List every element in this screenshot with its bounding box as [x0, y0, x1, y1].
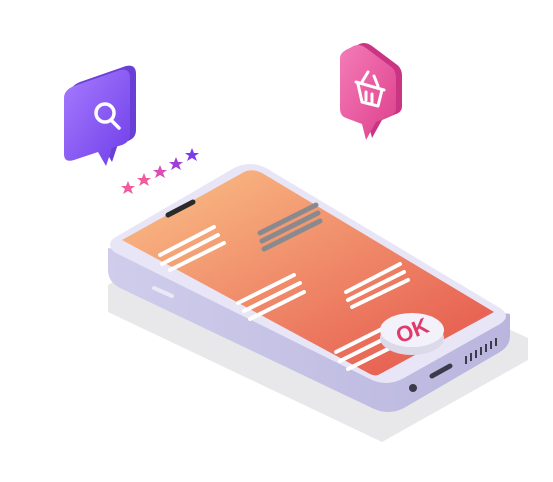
- ok-button[interactable]: OK: [380, 313, 444, 355]
- shop-bubble: [340, 43, 402, 140]
- rating-stars: [121, 148, 199, 194]
- star-icon: [153, 165, 167, 178]
- phone-illustration: OK: [64, 43, 528, 442]
- star-icon: [121, 181, 135, 194]
- phone-body: [108, 164, 510, 412]
- star-icon: [185, 148, 199, 161]
- star-icon: [137, 173, 151, 186]
- search-bubble: [64, 65, 136, 166]
- star-icon: [169, 157, 183, 170]
- headphone-jack: [409, 384, 417, 392]
